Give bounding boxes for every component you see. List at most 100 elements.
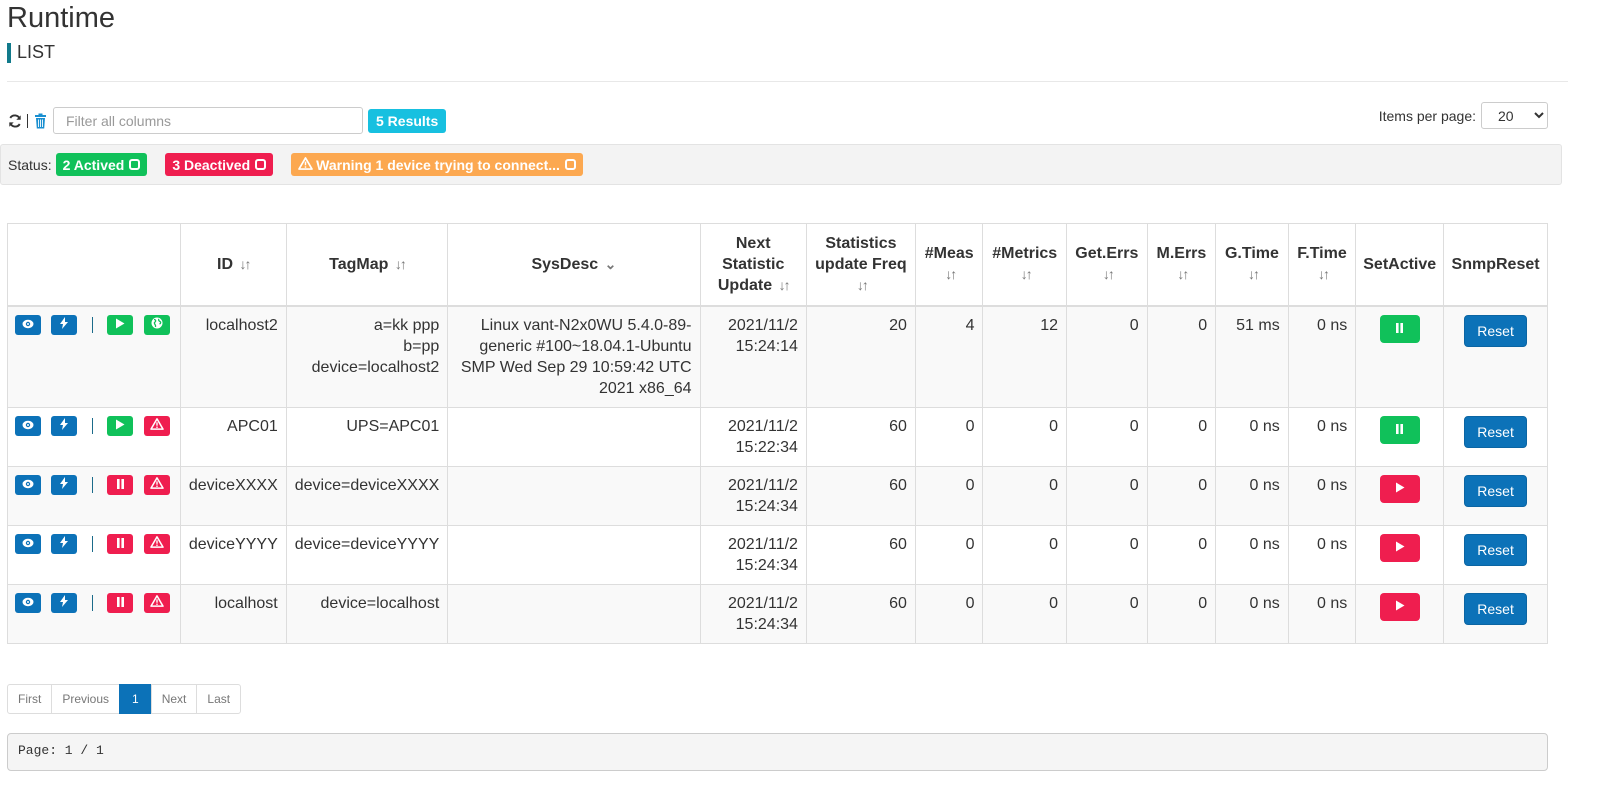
cell-setactive: [1355, 305, 1445, 408]
action-separator: [91, 316, 93, 333]
col-next-update[interactable]: Next Statistic Update ↓↑: [699, 223, 807, 307]
col-sysdesc[interactable]: SysDesc ⌄: [447, 223, 701, 307]
cell-id: deviceYYYY: [179, 524, 287, 585]
next-update-line: 2021/11/2: [727, 316, 798, 334]
warning-filter-badge[interactable]: Warning 1 device trying to connect...: [291, 153, 583, 176]
bolt-icon: [60, 314, 69, 335]
cell-get-errs: 0: [1066, 305, 1148, 408]
action-separator: [91, 594, 93, 611]
column-header-label: SetActive: [1363, 255, 1437, 273]
cell-get-errs: 0: [1066, 406, 1148, 467]
col-g-time[interactable]: G.Time ↓↑: [1215, 223, 1289, 307]
trash-icon[interactable]: [32, 111, 48, 131]
cell-next-update: 2021/11/2 15:24:34: [699, 524, 807, 585]
set-active-toggle[interactable]: [1379, 314, 1420, 343]
pagination: First Previous 1 Next Last: [7, 684, 242, 714]
state-indicator[interactable]: [107, 314, 134, 335]
checkbox-icon: [255, 159, 267, 170]
view-button[interactable]: [15, 533, 41, 554]
test-connection-button[interactable]: [51, 533, 78, 554]
connection-indicator[interactable]: [143, 415, 170, 436]
set-active-toggle[interactable]: [1379, 592, 1420, 621]
snmp-reset-button[interactable]: Reset: [1464, 474, 1527, 507]
cell-id: APC01: [179, 406, 287, 467]
status-label: Status:: [8, 156, 52, 173]
results-badge: 5 Results: [368, 108, 447, 133]
snmp-reset-button[interactable]: Reset: [1464, 314, 1527, 347]
view-button[interactable]: [15, 415, 41, 436]
eye-icon: [22, 533, 34, 554]
view-button[interactable]: [15, 592, 41, 613]
next-page-button[interactable]: Next: [150, 684, 198, 714]
cell-id: localhost: [179, 583, 287, 644]
set-active-toggle[interactable]: [1379, 415, 1420, 444]
test-connection-button[interactable]: [51, 592, 78, 613]
state-indicator[interactable]: [107, 474, 134, 495]
next-update-line: 15:24:34: [735, 497, 798, 515]
actived-count: 2 Actived: [62, 156, 125, 173]
cell-setactive: [1355, 583, 1445, 644]
table-row: APC01 UPS=APC01 2021/11/2 15:22:34 60 0 0…: [7, 406, 1548, 467]
state-indicator[interactable]: [107, 533, 134, 554]
view-button[interactable]: [15, 314, 41, 335]
snmp-reset-button[interactable]: Reset: [1464, 533, 1527, 566]
cell-freq: 60: [805, 406, 916, 467]
deactived-filter-badge[interactable]: 3 Deactived: [165, 153, 274, 176]
row-actions: [7, 583, 181, 644]
connection-indicator[interactable]: [143, 474, 170, 495]
col-f-time[interactable]: F.Time ↓↑: [1287, 223, 1357, 307]
cell-next-update: 2021/11/2 15:24:34: [699, 583, 807, 644]
sort-icon: ↓↑: [1177, 266, 1189, 283]
next-update-line: 15:22:34: [735, 438, 798, 456]
items-per-page-select[interactable]: 20: [1481, 102, 1548, 129]
cell-snmpreset: Reset: [1443, 305, 1548, 408]
pause-icon: [116, 533, 125, 554]
col-meas[interactable]: #Meas ↓↑: [914, 223, 984, 307]
action-separator: [91, 476, 93, 493]
row-actions: [7, 305, 181, 408]
sort-icon: ↓↑: [239, 255, 252, 272]
connection-indicator[interactable]: [143, 592, 170, 613]
cell-tagmap: device=deviceXXXX: [285, 465, 449, 526]
col-tagmap[interactable]: TagMap ↓↑: [285, 223, 449, 307]
eye-icon: [22, 474, 34, 495]
set-active-toggle[interactable]: [1379, 533, 1420, 562]
view-button[interactable]: [15, 474, 41, 495]
col-id[interactable]: ID ↓↑: [179, 223, 287, 307]
snmp-reset-button[interactable]: Reset: [1464, 415, 1527, 448]
test-connection-button[interactable]: [51, 474, 78, 495]
page-1-button[interactable]: 1: [119, 684, 152, 714]
connection-indicator[interactable]: [143, 314, 170, 335]
refresh-icon[interactable]: [7, 111, 23, 131]
cell-snmpreset: Reset: [1443, 524, 1548, 585]
col-freq[interactable]: Statistics update Freq ↓↑: [805, 223, 916, 307]
action-separator: [91, 417, 93, 434]
col-get-errs[interactable]: Get.Errs ↓↑: [1066, 223, 1148, 307]
cell-m-errs: 0: [1146, 583, 1217, 644]
last-page-button[interactable]: Last: [196, 684, 242, 714]
bolt-icon: [60, 533, 69, 554]
first-page-button[interactable]: First: [7, 684, 53, 714]
filter-input[interactable]: [53, 107, 363, 134]
set-active-toggle[interactable]: [1379, 474, 1420, 503]
row-actions: [7, 524, 181, 585]
state-indicator[interactable]: [107, 415, 134, 436]
actived-filter-badge[interactable]: 2 Actived: [55, 153, 148, 176]
column-header-label: G.Time: [1224, 245, 1279, 263]
next-update-line: 15:24:34: [735, 615, 798, 633]
state-indicator[interactable]: [107, 592, 134, 613]
cell-freq: 60: [805, 524, 916, 585]
play-icon: [1395, 596, 1405, 617]
connection-indicator[interactable]: [143, 533, 170, 554]
test-connection-button[interactable]: [51, 415, 78, 436]
snmp-reset-button[interactable]: Reset: [1464, 592, 1527, 625]
tagmap-entry: device=localhost: [320, 594, 440, 612]
col-metrics[interactable]: #Metrics ↓↑: [982, 223, 1068, 307]
next-update-line: 2021/11/2: [727, 535, 798, 553]
col-m-errs[interactable]: M.Errs ↓↑: [1146, 223, 1217, 307]
test-connection-button[interactable]: [51, 314, 78, 335]
previous-page-button[interactable]: Previous: [51, 684, 121, 714]
section-subtitle: LIST: [7, 42, 55, 63]
cell-snmpreset: Reset: [1443, 406, 1548, 467]
deactived-count: 3 Deactived: [172, 156, 251, 173]
